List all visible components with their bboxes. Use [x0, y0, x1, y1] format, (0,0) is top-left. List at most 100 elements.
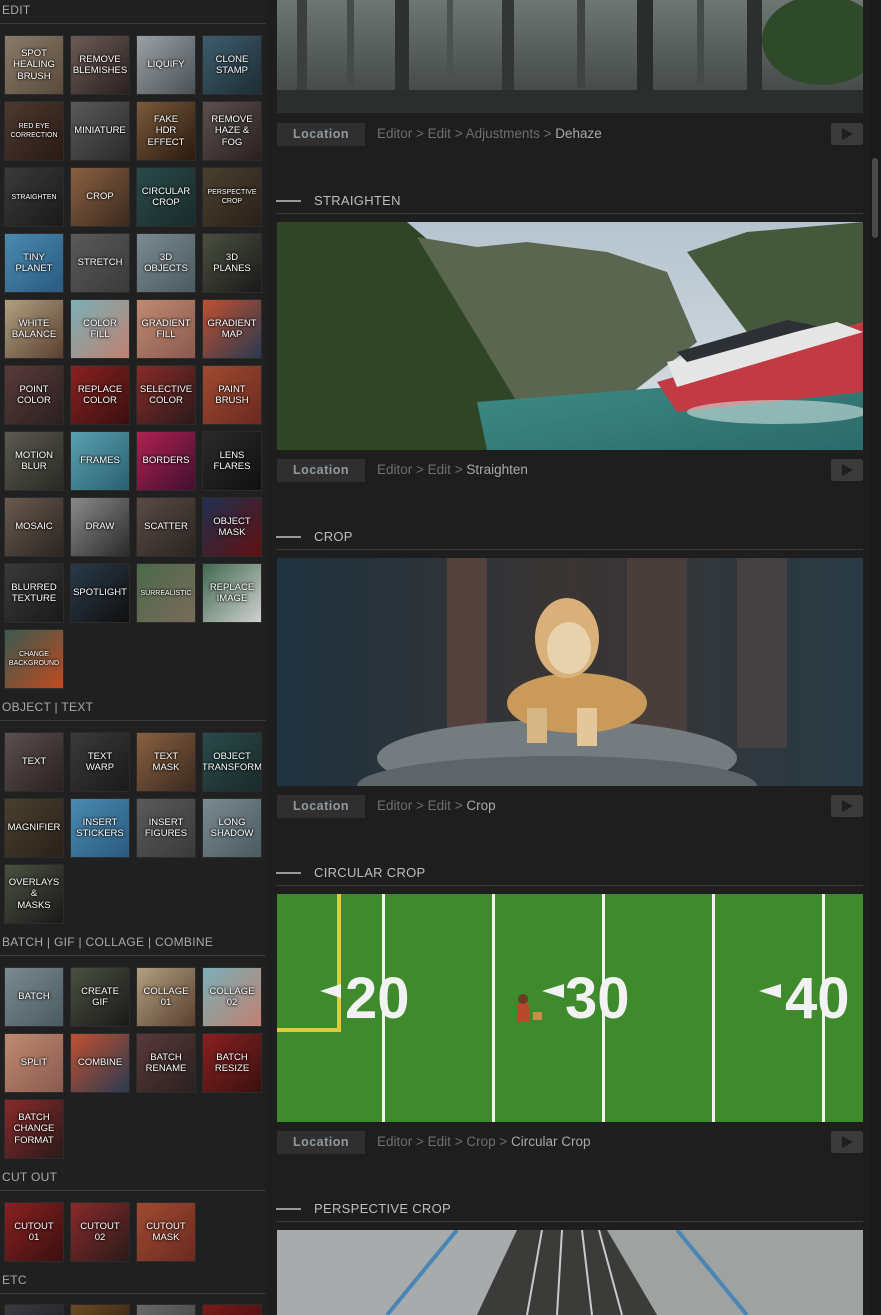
red-eye-correction-tool-tile[interactable]: RED EYE CORRECTION: [4, 101, 64, 161]
remove-blemishes-tool-tile[interactable]: REMOVE BLEMISHES: [70, 35, 130, 95]
text-warp-tool-tile[interactable]: TEXT WARP: [70, 732, 130, 792]
location-button[interactable]: Location: [277, 1131, 365, 1154]
miniature-tool-tile[interactable]: MINIATURE: [70, 101, 130, 161]
mosaic-tool-tile[interactable]: MOSAIC: [4, 497, 64, 557]
split-tool-tile[interactable]: SPLIT: [4, 1033, 64, 1093]
crumb-crop[interactable]: Crop: [466, 1134, 495, 1149]
tool-list: Location Editor > Edit > Adjustments > D…: [266, 0, 869, 1315]
crumb-editor[interactable]: Editor: [377, 126, 412, 141]
object-mask-tool-tile[interactable]: OBJECT MASK: [202, 497, 262, 557]
magnifier-tool-tile[interactable]: MAGNIFIER: [4, 798, 64, 858]
straighten-image[interactable]: [277, 222, 863, 450]
circular-crop-image[interactable]: 20 30 40: [277, 894, 863, 1122]
replace-image-tool-tile[interactable]: REPLACE IMAGE: [202, 563, 262, 623]
batch-resize-tool-tile[interactable]: BATCH RESIZE: [202, 1033, 262, 1093]
3d-objects-tool-tile[interactable]: 3D OBJECTS: [136, 233, 196, 293]
change-background-tool-tile[interactable]: CHANGE BACKGROUND: [4, 629, 64, 689]
section-header-perspective-crop: PERSPECTIVE CROP: [276, 1197, 863, 1222]
scrollbar[interactable]: [869, 0, 881, 1315]
crumb-edit[interactable]: Edit: [428, 126, 451, 141]
tile-label: BATCH: [18, 991, 50, 1003]
clone-stamp-tool-tile[interactable]: CLONE STAMP: [202, 35, 262, 95]
stretch-tool-tile[interactable]: STRETCH: [70, 233, 130, 293]
draw-tool-tile[interactable]: DRAW: [70, 497, 130, 557]
text-tool-tile[interactable]: TEXT: [4, 732, 64, 792]
scrollbar-thumb[interactable]: [872, 158, 878, 238]
tile-label: OBJECT TRANSFORM: [202, 750, 262, 774]
play-button[interactable]: [831, 459, 863, 481]
gradient-fill-tool-tile[interactable]: GRADIENT FILL: [136, 299, 196, 359]
crumb-edit[interactable]: Edit: [428, 1134, 451, 1149]
perspective-crop-image[interactable]: [277, 1230, 863, 1315]
insert-figures-tool-tile[interactable]: INSERT FIGURES: [136, 798, 196, 858]
paint-brush-tool-tile[interactable]: PAINT BRUSH: [202, 365, 262, 425]
crumb-editor[interactable]: Editor: [377, 1134, 412, 1149]
circular-crop-tool-tile[interactable]: CIRCULAR CROP: [136, 167, 196, 227]
object-transform-tool-tile[interactable]: OBJECT TRANSFORM: [202, 732, 262, 792]
replace-color-tool-tile[interactable]: REPLACE COLOR: [70, 365, 130, 425]
combine-tool-tile[interactable]: COMBINE: [70, 1033, 130, 1093]
location-button[interactable]: Location: [277, 459, 365, 482]
crumb-edit[interactable]: Edit: [428, 462, 451, 477]
tile-label: BLURRED TEXTURE: [11, 581, 57, 605]
blurred-texture-tool-tile[interactable]: BLURRED TEXTURE: [4, 563, 64, 623]
batch-tool-tile[interactable]: BATCH: [4, 967, 64, 1027]
point-color-tool-tile[interactable]: POINT COLOR: [4, 365, 64, 425]
color-fill-tool-tile[interactable]: COLOR FILL: [70, 299, 130, 359]
section-title: CIRCULAR CROP: [314, 865, 426, 880]
cutout-02-tool-tile[interactable]: CUTOUT 02: [70, 1202, 130, 1262]
borders-tool-tile[interactable]: BORDERS: [136, 431, 196, 491]
selective-color-tool-tile[interactable]: SELECTIVE COLOR: [136, 365, 196, 425]
dehaze-image[interactable]: [277, 0, 863, 113]
remove-haze-fog-tool-tile[interactable]: REMOVE HAZE & FOG: [202, 101, 262, 161]
crop-image[interactable]: [277, 558, 863, 786]
etc-tool-tile[interactable]: [4, 1304, 64, 1315]
tool-footer: Location Editor > Edit > Crop: [277, 795, 863, 819]
crumb-editor[interactable]: Editor: [377, 462, 412, 477]
spotlight-tool-tile[interactable]: SPOTLIGHT: [70, 563, 130, 623]
tiny-planet-tool-tile[interactable]: TINY PLANET: [4, 233, 64, 293]
location-button[interactable]: Location: [277, 795, 365, 818]
crumb-edit[interactable]: Edit: [428, 798, 451, 813]
play-button[interactable]: [831, 123, 863, 145]
tile-label: TEXT: [21, 756, 47, 768]
spot-healing-brush-tool-tile[interactable]: SPOT HEALING BRUSH: [4, 35, 64, 95]
crop-tool-tile[interactable]: CROP: [70, 167, 130, 227]
play-button[interactable]: [831, 1131, 863, 1153]
create-gif-tool-tile[interactable]: CREATE GIF: [70, 967, 130, 1027]
batch-change-format-tool-tile[interactable]: BATCH CHANGE FORMAT: [4, 1099, 64, 1159]
surrealistic-tool-tile[interactable]: SURREALISTIC: [136, 563, 196, 623]
tile-label: FAKE HDR EFFECT: [147, 113, 185, 148]
tile-label: LONG SHADOW: [210, 816, 254, 840]
cutout-01-tool-tile[interactable]: CUTOUT 01: [4, 1202, 64, 1262]
lens-flares-tool-tile[interactable]: LENS FLARES: [202, 431, 262, 491]
text-mask-tool-tile[interactable]: TEXT MASK: [136, 732, 196, 792]
collage-02-tool-tile[interactable]: COLLAGE 02: [202, 967, 262, 1027]
frames-tool-tile[interactable]: FRAMES: [70, 431, 130, 491]
white-balance-tool-tile[interactable]: WHITE BALANCE: [4, 299, 64, 359]
location-button[interactable]: Location: [277, 123, 365, 146]
batch-rename-tool-tile[interactable]: BATCH RENAME: [136, 1033, 196, 1093]
scatter-tool-tile[interactable]: SCATTER: [136, 497, 196, 557]
crumb-adjustments[interactable]: Adjustments: [466, 126, 540, 141]
straighten-tool-tile[interactable]: STRAIGHTEN: [4, 167, 64, 227]
tile-label: CUTOUT 02: [80, 1220, 120, 1244]
insert-stickers-tool-tile[interactable]: INSERT STICKERS: [70, 798, 130, 858]
motion-blur-tool-tile[interactable]: MOTION BLUR: [4, 431, 64, 491]
section-header-crop: CROP: [276, 525, 863, 550]
long-shadow-tool-tile[interactable]: LONG SHADOW: [202, 798, 262, 858]
fake-hdr-effect-tool-tile[interactable]: FAKE HDR EFFECT: [136, 101, 196, 161]
tile-label: COLLAGE 01: [143, 985, 189, 1009]
liquify-tool-tile[interactable]: LIQUIFY: [136, 35, 196, 95]
etc-tool-tile[interactable]: [136, 1304, 196, 1315]
crumb-editor[interactable]: Editor: [377, 798, 412, 813]
cutout-mask-tool-tile[interactable]: CUTOUT MASK: [136, 1202, 196, 1262]
etc-tool-tile[interactable]: [70, 1304, 130, 1315]
overlays-masks-tool-tile[interactable]: OVERLAYS & MASKS: [4, 864, 64, 924]
play-button[interactable]: [831, 795, 863, 817]
etc-tool-tile[interactable]: [202, 1304, 262, 1315]
3d-planes-tool-tile[interactable]: 3D PLANES: [202, 233, 262, 293]
collage-01-tool-tile[interactable]: COLLAGE 01: [136, 967, 196, 1027]
perspective-crop-tool-tile[interactable]: PERSPECTIVE CROP: [202, 167, 262, 227]
gradient-map-tool-tile[interactable]: GRADIENT MAP: [202, 299, 262, 359]
